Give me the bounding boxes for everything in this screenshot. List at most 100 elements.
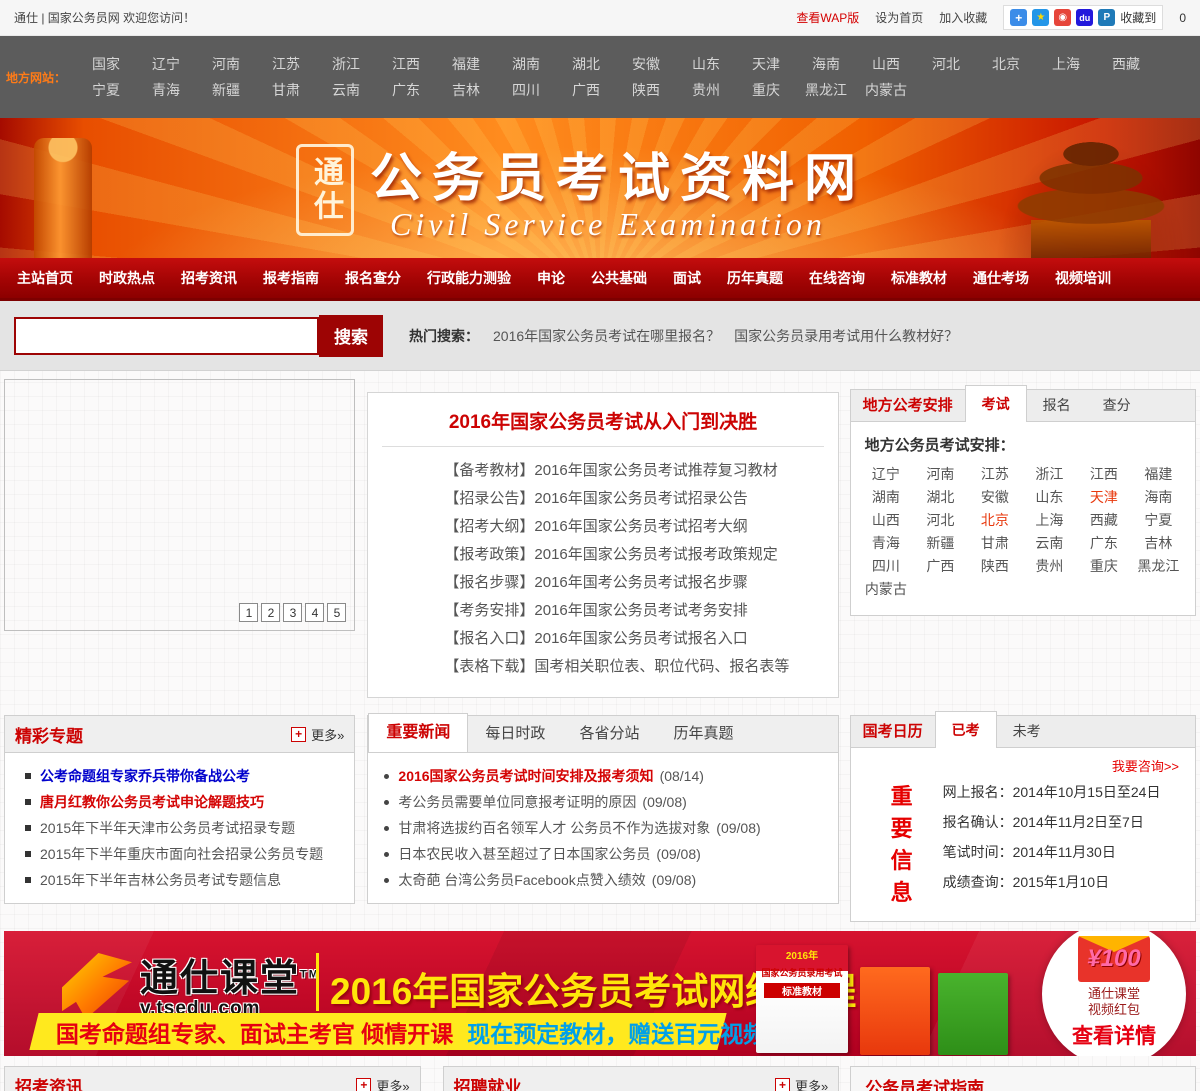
province-link[interactable]: 江苏 xyxy=(968,463,1023,486)
region-link[interactable]: 新疆 xyxy=(212,81,240,99)
nav-link[interactable]: 通仕考场 xyxy=(960,258,1042,298)
province-link[interactable]: 新疆 xyxy=(913,532,968,555)
province-link[interactable]: 广东 xyxy=(1077,532,1132,555)
province-link[interactable]: 上海 xyxy=(1022,509,1077,532)
nav-link[interactable]: 历年真题 xyxy=(714,258,796,298)
region-link[interactable]: 黑龙江 xyxy=(805,81,847,99)
region-link[interactable]: 陕西 xyxy=(632,81,660,99)
search-input[interactable] xyxy=(14,316,319,355)
region-link[interactable]: 贵州 xyxy=(692,81,720,99)
nav-link[interactable]: 申论 xyxy=(524,258,578,298)
province-link[interactable]: 黑龙江 xyxy=(1131,555,1186,578)
province-link[interactable]: 北京 xyxy=(968,509,1023,532)
carousel-page-button[interactable]: 5 xyxy=(327,603,347,622)
region-link[interactable]: 青海 xyxy=(152,81,180,99)
topic-link[interactable]: 2015年下半年重庆市面向社会招录公务员专题 xyxy=(40,841,323,867)
wap-version-link[interactable]: 查看WAP版 xyxy=(796,9,859,26)
nav-link[interactable]: 报考指南 xyxy=(250,258,332,298)
add-favorite-link[interactable]: 加入收藏 xyxy=(939,9,987,26)
province-link[interactable]: 青海 xyxy=(859,532,914,555)
region-link[interactable]: 山东 xyxy=(692,55,720,73)
region-link[interactable]: 安徽 xyxy=(632,55,660,73)
province-link[interactable]: 贵州 xyxy=(1022,555,1077,578)
exam-guide-link[interactable]: 【报名步骤】2016年国考公务员考试报名步骤 xyxy=(444,569,837,597)
news-tab[interactable]: 各省分站 xyxy=(562,716,656,752)
topics-more-link[interactable]: + 更多» xyxy=(291,725,344,744)
exam-guide-link[interactable]: 【备考教材】2016年国家公务员考试推荐复习教材 xyxy=(444,457,837,485)
search-button[interactable]: 搜索 xyxy=(319,314,383,357)
province-link[interactable]: 福建 xyxy=(1131,463,1186,486)
region-link[interactable]: 江苏 xyxy=(272,55,300,73)
nav-link[interactable]: 公共基础 xyxy=(578,258,660,298)
region-link[interactable]: 浙江 xyxy=(332,55,360,73)
province-link[interactable]: 海南 xyxy=(1131,486,1186,509)
exam-guide-link[interactable]: 【招考大纲】2016年国家公务员考试招考大纲 xyxy=(444,513,837,541)
carousel-page-button[interactable]: 1 xyxy=(239,603,259,622)
region-link[interactable]: 吉林 xyxy=(452,81,480,99)
nav-link[interactable]: 时政热点 xyxy=(86,258,168,298)
exam-guide-link[interactable]: 【报名入口】2016年国家公务员考试报名入口 xyxy=(444,625,837,653)
carousel-page-button[interactable]: 2 xyxy=(261,603,281,622)
region-link[interactable]: 云南 xyxy=(332,81,360,99)
topic-link[interactable]: 2015年下半年吉林公务员考试专题信息 xyxy=(40,867,281,893)
province-link[interactable]: 江西 xyxy=(1077,463,1132,486)
province-link[interactable]: 天津 xyxy=(1077,486,1132,509)
province-link[interactable]: 吉林 xyxy=(1131,532,1186,555)
local-exam-tab[interactable]: 查分 xyxy=(1087,390,1147,421)
calendar-tab[interactable]: 已考 xyxy=(934,711,997,748)
region-link[interactable]: 福建 xyxy=(452,55,480,73)
share-icon[interactable]: + xyxy=(1010,9,1028,26)
province-link[interactable]: 湖北 xyxy=(913,486,968,509)
region-link[interactable]: 湖南 xyxy=(512,55,540,73)
nav-link[interactable]: 在线咨询 xyxy=(796,258,878,298)
news-tab[interactable]: 历年真题 xyxy=(656,716,750,752)
carousel-page-button[interactable]: 4 xyxy=(305,603,325,622)
region-link[interactable]: 河北 xyxy=(932,55,960,73)
set-homepage-link[interactable]: 设为首页 xyxy=(875,9,923,26)
province-link[interactable]: 四川 xyxy=(859,555,914,578)
news-tab[interactable]: 每日时政 xyxy=(468,716,562,752)
exam-guide-link[interactable]: 【招录公告】2016年国家公务员考试招录公告 xyxy=(444,485,837,513)
region-link[interactable]: 西藏 xyxy=(1112,55,1140,73)
region-link[interactable]: 宁夏 xyxy=(92,81,120,99)
local-exam-tab[interactable]: 报名 xyxy=(1027,390,1087,421)
province-link[interactable]: 宁夏 xyxy=(1131,509,1186,532)
nav-link[interactable]: 标准教材 xyxy=(878,258,960,298)
news-link[interactable]: 太奇葩 台湾公务员Facebook点赞入绩效 xyxy=(398,867,645,893)
exam-guide-link[interactable]: 【表格下载】国考相关职位表、职位代码、报名表等 xyxy=(444,653,837,681)
region-link[interactable]: 上海 xyxy=(1052,55,1080,73)
jobs-more-link[interactable]: + 更多» xyxy=(774,1076,828,1091)
province-link[interactable]: 河南 xyxy=(913,463,968,486)
news-link[interactable]: 考公务员需要单位同意报考证明的原因 xyxy=(398,789,636,815)
consult-link[interactable]: 我要咨询>> xyxy=(851,752,1185,777)
news-tab[interactable]: 重要新闻 xyxy=(368,713,469,752)
province-link[interactable]: 西藏 xyxy=(1077,509,1132,532)
region-link[interactable]: 海南 xyxy=(812,55,840,73)
region-link[interactable]: 河南 xyxy=(212,55,240,73)
exam-guide-link[interactable]: 【考务安排】2016年国家公务员考试考务安排 xyxy=(444,597,837,625)
exam-guide-link[interactable]: 【报考政策】2016年国家公务员考试报考政策规定 xyxy=(444,541,837,569)
carousel-page-button[interactable]: 3 xyxy=(283,603,303,622)
news-link[interactable]: 甘肃将选拔约百名领军人才 公务员不作为选拔对象 xyxy=(398,815,710,841)
topic-link[interactable]: 唐月红教你公务员考试申论解题技巧 xyxy=(40,789,264,815)
region-link[interactable]: 国家 xyxy=(92,55,120,73)
region-link[interactable]: 广东 xyxy=(392,81,420,99)
province-link[interactable]: 河北 xyxy=(913,509,968,532)
course-ad-banner[interactable]: 通仕课堂TM v.tsedu.com 2016年国家公务员考试网络课程 国考命题… xyxy=(4,931,1196,1056)
region-link[interactable]: 甘肃 xyxy=(272,81,300,99)
province-link[interactable]: 甘肃 xyxy=(968,532,1023,555)
province-link[interactable]: 云南 xyxy=(1022,532,1077,555)
region-link[interactable]: 天津 xyxy=(752,55,780,73)
province-link[interactable]: 湖南 xyxy=(859,486,914,509)
nav-link[interactable]: 视频培训 xyxy=(1042,258,1124,298)
calendar-tab[interactable]: 未考 xyxy=(997,716,1057,747)
topic-link[interactable]: 2015年下半年天津市公务员考试招录专题 xyxy=(40,815,295,841)
region-link[interactable]: 湖北 xyxy=(572,55,600,73)
view-details-button[interactable]: 查看详情 xyxy=(1072,1020,1156,1050)
province-link[interactable]: 浙江 xyxy=(1022,463,1077,486)
local-exam-tab[interactable]: 考试 xyxy=(964,385,1027,422)
province-link[interactable]: 重庆 xyxy=(1077,555,1132,578)
province-link[interactable]: 陕西 xyxy=(968,555,1023,578)
province-link[interactable]: 辽宁 xyxy=(859,463,914,486)
province-link[interactable]: 内蒙古 xyxy=(859,578,914,601)
